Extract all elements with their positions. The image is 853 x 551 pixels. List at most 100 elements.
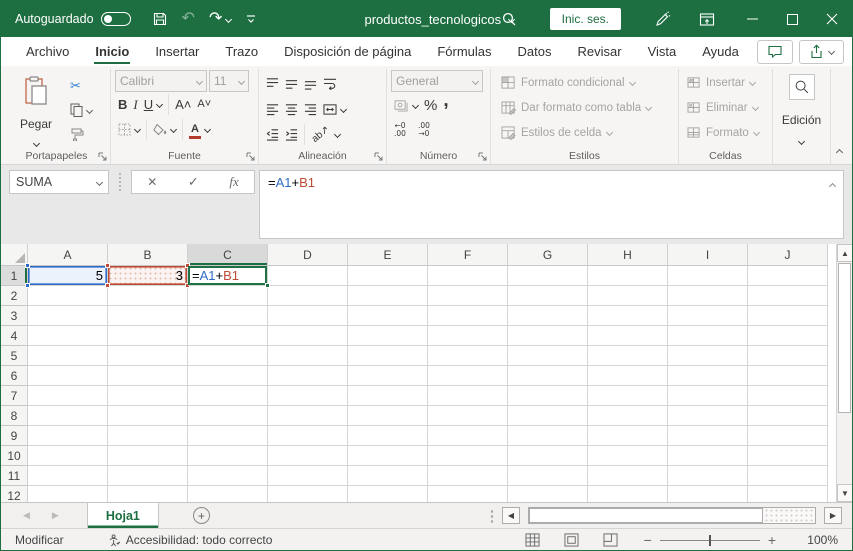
column-header-h[interactable]: H	[588, 244, 668, 266]
cell-a10[interactable]	[28, 446, 108, 466]
cell-h11[interactable]	[588, 466, 668, 486]
cell-j9[interactable]	[748, 426, 828, 446]
tab-insertar[interactable]: Insertar	[142, 37, 212, 66]
cell-a3[interactable]	[28, 306, 108, 326]
bold-button[interactable]: B	[115, 93, 130, 117]
cell-b5[interactable]	[108, 346, 188, 366]
decrease-indent-button[interactable]	[263, 123, 282, 147]
row-header-3[interactable]: 3	[1, 306, 28, 326]
cell-c7[interactable]	[188, 386, 268, 406]
cell-j4[interactable]	[748, 326, 828, 346]
cell-i8[interactable]	[668, 406, 748, 426]
dialog-launcher-icon[interactable]	[246, 152, 255, 161]
search-button[interactable]	[494, 5, 524, 33]
font-size-combo[interactable]: 11	[209, 70, 249, 92]
cell-f7[interactable]	[428, 386, 508, 406]
cell-e10[interactable]	[348, 446, 428, 466]
tab-vista[interactable]: Vista	[635, 37, 690, 66]
cell-b6[interactable]	[108, 366, 188, 386]
tab-disposici-n-de-p-gina[interactable]: Disposición de página	[271, 37, 424, 66]
row-header-11[interactable]: 11	[1, 466, 28, 486]
customize-quick-access-button[interactable]	[238, 5, 264, 33]
cell-f8[interactable]	[428, 406, 508, 426]
sheet-tab-hoja1[interactable]: Hoja1	[86, 503, 159, 528]
cell-j2[interactable]	[748, 286, 828, 306]
format-painter-button[interactable]	[67, 122, 95, 146]
cell-f4[interactable]	[428, 326, 508, 346]
horizontal-scroll-thumb[interactable]	[529, 508, 763, 523]
cell-d2[interactable]	[268, 286, 348, 306]
cell-j5[interactable]	[748, 346, 828, 366]
cell-g10[interactable]	[508, 446, 588, 466]
cell-i7[interactable]	[668, 386, 748, 406]
row-header-6[interactable]: 6	[1, 366, 28, 386]
column-header-c[interactable]: C	[188, 244, 268, 266]
collapse-formula-bar-button[interactable]	[828, 177, 837, 192]
decrease-decimal-button[interactable]: .00 →0	[415, 118, 433, 142]
autosave-switch[interactable]	[100, 12, 131, 26]
new-sheet-button[interactable]: +	[192, 507, 210, 524]
cell-a7[interactable]	[28, 386, 108, 406]
decrease-font-size-button[interactable]: A˅	[194, 93, 214, 117]
cell-c3[interactable]	[188, 306, 268, 326]
cell-i2[interactable]	[668, 286, 748, 306]
cell-g8[interactable]	[508, 406, 588, 426]
share-button[interactable]	[799, 39, 844, 64]
cell-h2[interactable]	[588, 286, 668, 306]
cell-b8[interactable]	[108, 406, 188, 426]
cell-j7[interactable]	[748, 386, 828, 406]
align-top-button[interactable]	[263, 71, 282, 95]
cell-a1[interactable]: 5	[25, 263, 110, 288]
percent-style-button[interactable]: %	[421, 93, 440, 117]
cell-f11[interactable]	[428, 466, 508, 486]
cell-j6[interactable]	[748, 366, 828, 386]
redo-button[interactable]: ↷	[202, 5, 238, 33]
align-left-button[interactable]	[263, 97, 282, 121]
cell-d8[interactable]	[268, 406, 348, 426]
italic-button[interactable]: I	[130, 93, 140, 117]
column-header-d[interactable]: D	[268, 244, 348, 266]
cell-h1[interactable]	[588, 266, 668, 286]
cell-i4[interactable]	[668, 326, 748, 346]
inking-button[interactable]	[647, 5, 678, 33]
format-as-table-button[interactable]: Dar formato como tabla	[499, 95, 674, 120]
row-header-10[interactable]: 10	[1, 446, 28, 466]
cell-d6[interactable]	[268, 366, 348, 386]
cell-i12[interactable]	[668, 486, 748, 502]
range-handle[interactable]	[25, 283, 30, 288]
cell-a5[interactable]	[28, 346, 108, 366]
cell-c8[interactable]	[188, 406, 268, 426]
cell-e12[interactable]	[348, 486, 428, 502]
tab-trazo[interactable]: Trazo	[212, 37, 271, 66]
cell-j12[interactable]	[748, 486, 828, 502]
column-header-b[interactable]: B	[108, 244, 188, 266]
cell-b1[interactable]: 3	[105, 263, 190, 288]
cell-c12[interactable]	[188, 486, 268, 502]
scroll-right-button[interactable]: ▶	[824, 507, 842, 524]
cell-h6[interactable]	[588, 366, 668, 386]
cell-c10[interactable]	[188, 446, 268, 466]
next-sheet-button[interactable]: ▶	[52, 510, 59, 521]
cell-styles-button[interactable]: Estilos de celda	[499, 120, 674, 145]
cell-a11[interactable]	[28, 466, 108, 486]
font-color-button[interactable]: A	[186, 118, 213, 142]
save-button[interactable]	[145, 5, 175, 33]
page-break-preview-button[interactable]	[603, 533, 618, 547]
cell-a12[interactable]	[28, 486, 108, 502]
vertical-scroll-thumb[interactable]	[838, 263, 851, 413]
cell-d3[interactable]	[268, 306, 348, 326]
cell-d11[interactable]	[268, 466, 348, 486]
cell-j10[interactable]	[748, 446, 828, 466]
tab-datos[interactable]: Datos	[505, 37, 565, 66]
zoom-out-button[interactable]: −	[644, 532, 652, 548]
previous-sheet-button[interactable]: ◀	[23, 510, 30, 521]
cell-e5[interactable]	[348, 346, 428, 366]
zoom-in-button[interactable]: +	[768, 532, 776, 548]
range-handle[interactable]	[105, 283, 110, 288]
insert-function-button[interactable]: fx	[229, 174, 238, 190]
cell-d4[interactable]	[268, 326, 348, 346]
name-box-splitter[interactable]	[119, 173, 121, 191]
editing-button[interactable]: Edición	[778, 70, 826, 146]
cell-mode-indicator[interactable]: Modificar	[15, 533, 64, 547]
horizontal-scrollbar[interactable]	[528, 507, 816, 524]
